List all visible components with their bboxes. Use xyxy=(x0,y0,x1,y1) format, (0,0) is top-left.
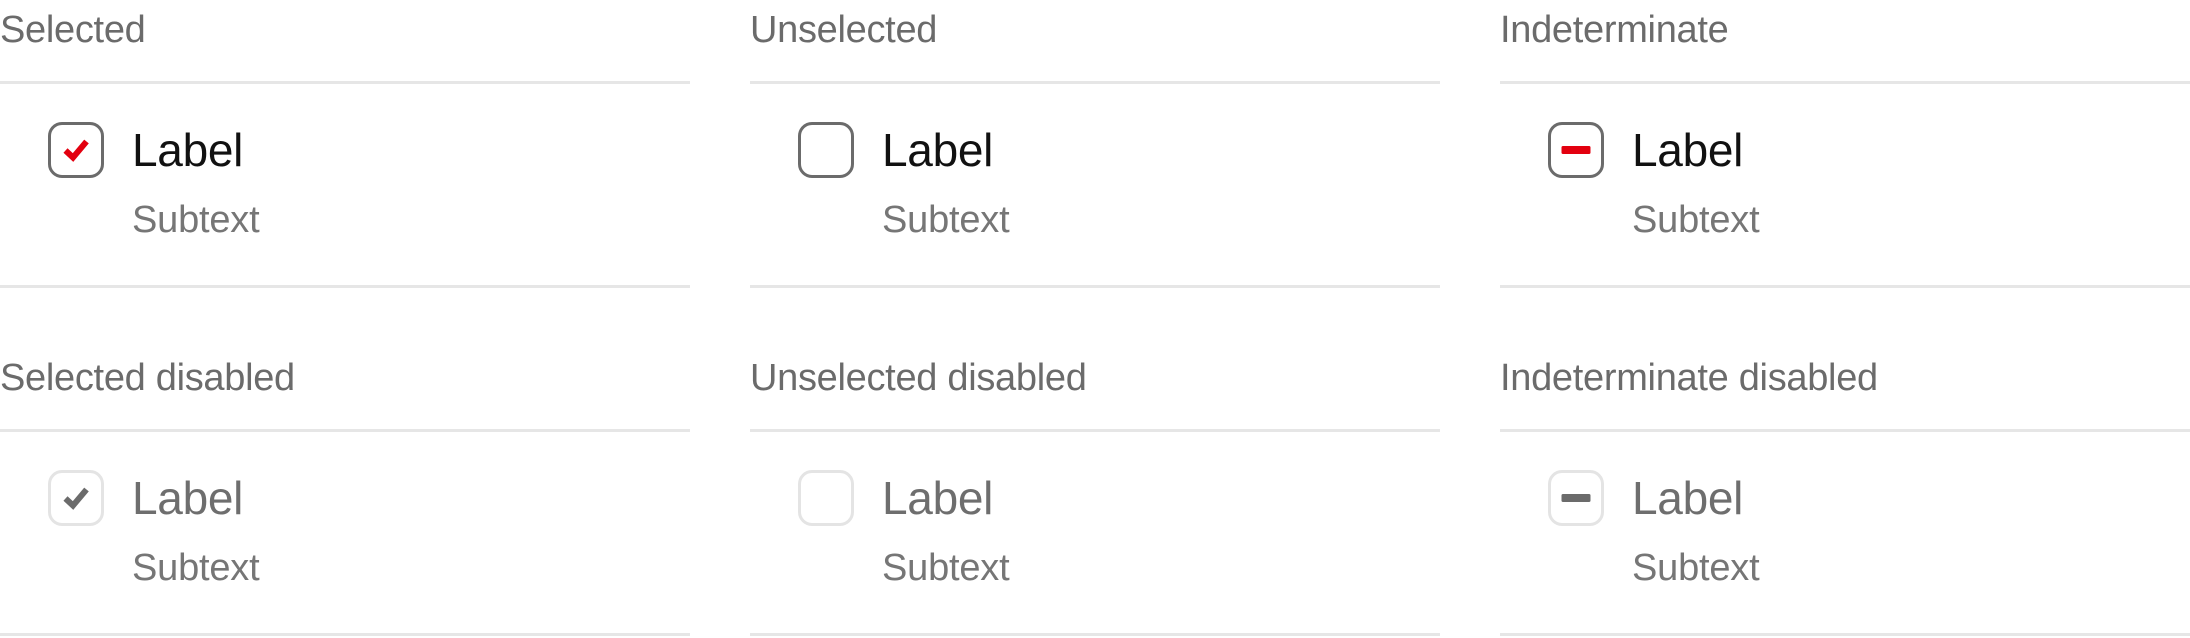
divider xyxy=(1500,285,2190,288)
divider xyxy=(750,285,1440,288)
section-title: Selected xyxy=(0,9,146,51)
divider xyxy=(1500,429,2190,432)
divider xyxy=(1500,633,2190,636)
section-title: Unselected xyxy=(750,9,938,51)
checkbox-option: Label Subtext xyxy=(798,470,1398,620)
checkbox-demo-selected: Selected Label Subtext xyxy=(0,0,690,290)
checkbox xyxy=(1548,470,1604,526)
checkbox-label: Label xyxy=(1632,124,1744,176)
section-title: Selected disabled xyxy=(0,357,295,399)
checkbox-subtext: Subtext xyxy=(882,547,1010,589)
checkbox-subtext: Subtext xyxy=(882,199,1010,241)
checkbox-option[interactable]: Label Subtext xyxy=(1548,122,2148,272)
minus-icon xyxy=(1561,146,1591,154)
checkbox xyxy=(798,470,854,526)
checkbox-label: Label xyxy=(132,124,244,176)
checkbox-label: Label xyxy=(1632,472,1744,524)
checkbox-subtext: Subtext xyxy=(132,199,260,241)
divider xyxy=(750,633,1440,636)
checkbox[interactable] xyxy=(798,122,854,178)
checkbox[interactable] xyxy=(1548,122,1604,178)
checkbox-demo-unselected-disabled: Unselected disabled Label Subtext xyxy=(750,348,1440,638)
checkbox-demo-selected-disabled: Selected disabled Label Subtext xyxy=(0,348,690,638)
checkbox-demo-indeterminate: Indeterminate Label Subtext xyxy=(1500,0,2190,290)
divider xyxy=(750,429,1440,432)
section-title: Indeterminate disabled xyxy=(1500,357,1878,399)
section-title: Indeterminate xyxy=(1500,9,1729,51)
divider xyxy=(750,81,1440,84)
checkmark-icon xyxy=(63,487,89,510)
checkmark-icon xyxy=(63,139,89,162)
checkbox[interactable] xyxy=(48,122,104,178)
divider xyxy=(0,633,690,636)
divider xyxy=(0,285,690,288)
checkbox xyxy=(48,470,104,526)
checkbox-option: Label Subtext xyxy=(1548,470,2148,620)
checkbox-label: Label xyxy=(882,472,994,524)
checkbox-demo-unselected: Unselected Label Subtext xyxy=(750,0,1440,290)
checkbox-label: Label xyxy=(882,124,994,176)
checkbox-option[interactable]: Label Subtext xyxy=(48,122,648,272)
minus-icon xyxy=(1561,494,1591,502)
checkbox-label: Label xyxy=(132,472,244,524)
checkbox-subtext: Subtext xyxy=(1632,547,1760,589)
divider xyxy=(0,429,690,432)
checkbox-subtext: Subtext xyxy=(132,547,260,589)
section-title: Unselected disabled xyxy=(750,357,1087,399)
checkbox-option[interactable]: Label Subtext xyxy=(798,122,1398,272)
checkbox-demo-indeterminate-disabled: Indeterminate disabled Label Subtext xyxy=(1500,348,2190,638)
checkbox-subtext: Subtext xyxy=(1632,199,1760,241)
divider xyxy=(1500,81,2190,84)
divider xyxy=(0,81,690,84)
checkbox-option: Label Subtext xyxy=(48,470,648,620)
